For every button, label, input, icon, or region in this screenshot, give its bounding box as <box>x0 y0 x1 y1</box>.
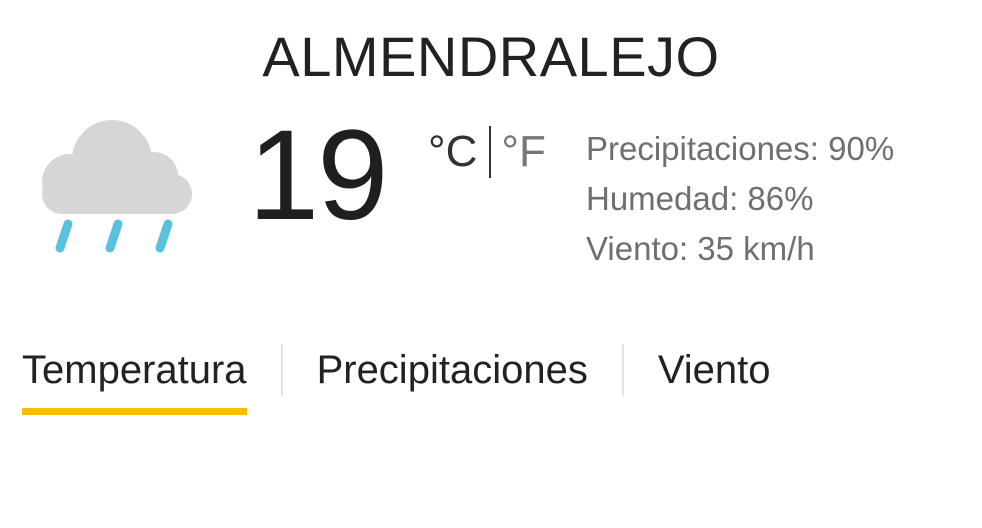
tab-viento[interactable]: Viento <box>658 340 771 415</box>
unit-divider <box>489 126 492 178</box>
weather-details: Precipitaciones: 90% Humedad: 86% Viento… <box>586 124 894 274</box>
rain-cloud-icon <box>34 112 198 262</box>
precipitation-detail: Precipitaciones: 90% <box>586 130 895 167</box>
wind-detail: Viento: 35 km/h <box>586 230 815 267</box>
celsius-toggle[interactable]: °C <box>428 127 477 177</box>
fahrenheit-toggle[interactable]: °F <box>501 127 545 177</box>
tab-divider <box>621 344 624 396</box>
city-name: ALMENDRALEJO <box>262 25 720 88</box>
humidity-detail: Humedad: 86% <box>586 180 814 217</box>
current-temperature: 19 <box>248 104 388 247</box>
tab-temperatura[interactable]: Temperatura <box>22 340 247 415</box>
forecast-tabs: Temperatura Precipitaciones Viento <box>22 340 771 415</box>
tab-precipitaciones[interactable]: Precipitaciones <box>317 340 588 415</box>
unit-switcher: °C °F <box>428 126 546 178</box>
tab-divider <box>280 344 283 396</box>
